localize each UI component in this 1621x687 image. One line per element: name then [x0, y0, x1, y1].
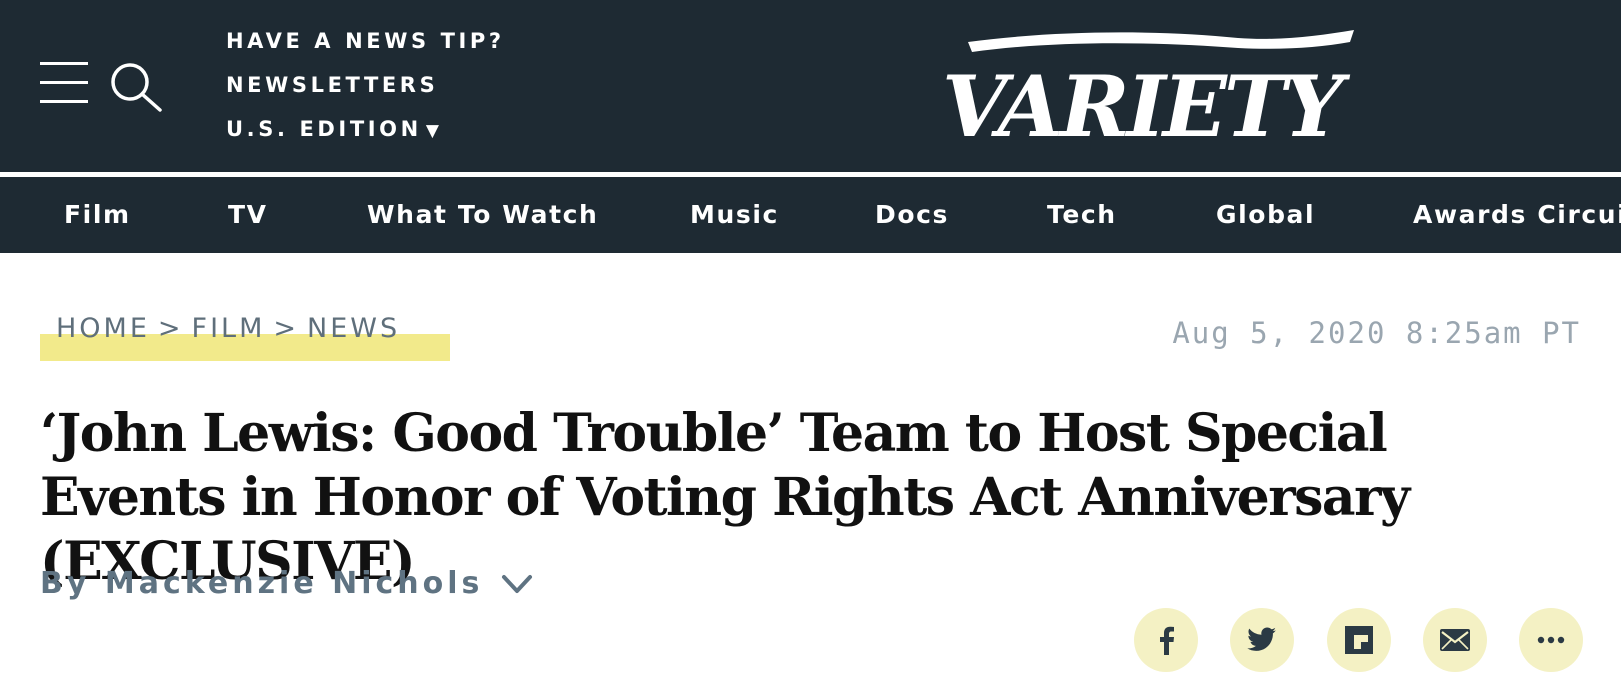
search-icon[interactable] [108, 60, 164, 112]
breadcrumb-separator: > [273, 313, 300, 344]
breadcrumb-news[interactable]: NEWS [307, 313, 400, 344]
breadcrumb: HOME > FILM > NEWS [56, 313, 400, 344]
nav-item-docs[interactable]: Docs [875, 177, 949, 253]
byline[interactable]: By Mackenzie Nichols [40, 566, 533, 601]
menu-icon[interactable] [40, 62, 88, 104]
nav-item-what-to-watch[interactable]: What To Watch [367, 177, 598, 253]
byline-author: By Mackenzie Nichols [40, 566, 484, 601]
more-icon [1537, 636, 1565, 644]
nav-item-music[interactable]: Music [690, 177, 779, 253]
masthead: HAVE A NEWS TIP? NEWSLETTERS U.S. EDITIO… [0, 0, 1621, 172]
share-facebook-button[interactable] [1134, 608, 1198, 672]
news-tip-link[interactable]: HAVE A NEWS TIP? [226, 26, 505, 70]
share-flipboard-button[interactable] [1327, 608, 1391, 672]
variety-logo[interactable]: VARIETY [938, 24, 1354, 146]
nav-item-tech[interactable]: Tech [1047, 177, 1117, 253]
nav-item-tv[interactable]: TV [228, 177, 268, 253]
share-email-button[interactable] [1423, 608, 1487, 672]
nav-item-film[interactable]: Film [64, 177, 131, 253]
edition-label: U.S. EDITION [226, 117, 422, 141]
caret-down-icon: ▼ [425, 121, 439, 141]
breadcrumb-home[interactable]: HOME [56, 313, 150, 344]
breadcrumb-separator: > [157, 313, 184, 344]
chevron-down-icon[interactable] [501, 573, 533, 595]
nav-item-awards-circuit[interactable]: Awards Circuit [1413, 177, 1621, 253]
article-timestamp: Aug 5, 2020 8:25am PT [1172, 316, 1581, 350]
newsletters-link[interactable]: NEWSLETTERS [226, 70, 505, 114]
logo-wordmark: VARIETY [942, 57, 1350, 146]
nav-item-global[interactable]: Global [1216, 177, 1315, 253]
share-more-button[interactable] [1519, 608, 1583, 672]
main-nav: Film TV What To Watch Music Docs Tech Gl… [0, 177, 1621, 253]
flipboard-icon [1345, 626, 1373, 654]
email-icon [1440, 629, 1470, 651]
utility-links: HAVE A NEWS TIP? NEWSLETTERS U.S. EDITIO… [226, 26, 505, 158]
share-twitter-button[interactable] [1230, 608, 1294, 672]
twitter-icon [1247, 627, 1276, 651]
breadcrumb-film[interactable]: FILM [192, 313, 266, 344]
edition-selector[interactable]: U.S. EDITION ▼ [226, 114, 505, 158]
facebook-icon [1160, 626, 1174, 655]
